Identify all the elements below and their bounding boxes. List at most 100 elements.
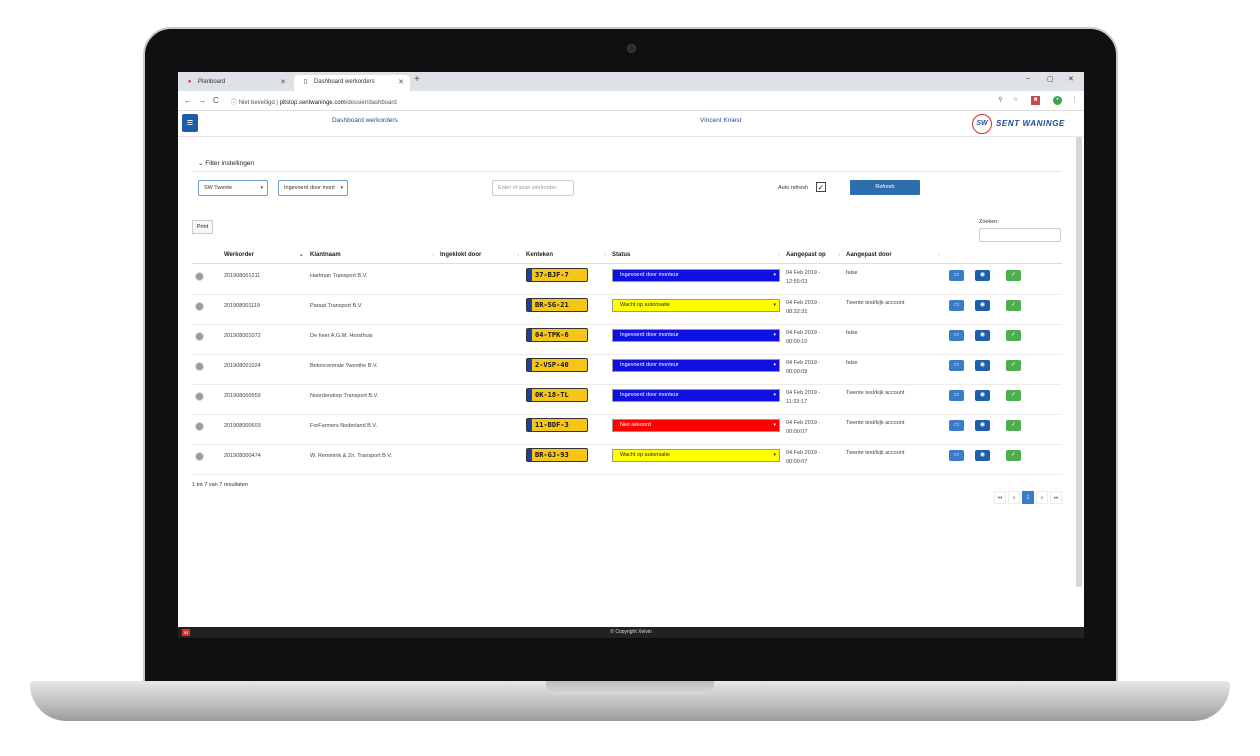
expand-row-icon[interactable] — [195, 272, 204, 281]
werkorder-cell[interactable]: 201908000474 — [224, 452, 261, 461]
status-select[interactable]: Niet akkoord ▾ — [612, 419, 780, 432]
check-icon[interactable]: ✓ — [1006, 390, 1021, 401]
camera-icon[interactable]: ◉ — [975, 300, 990, 311]
col-status[interactable]: Status — [612, 252, 630, 258]
url-field[interactable]: ⓘ Niet beveiligd | pitstop.sentwaninge.c… — [231, 97, 397, 106]
sort-icon[interactable]: ↕ — [938, 252, 941, 258]
forward-button[interactable]: → — [198, 96, 206, 105]
expand-row-icon[interactable] — [195, 302, 204, 311]
folder-icon[interactable]: ▭ — [949, 450, 964, 461]
status-select[interactable]: Ingevoerd door monteur ▾ — [612, 269, 780, 282]
folder-icon[interactable]: ▭ — [949, 270, 964, 281]
new-tab-button[interactable]: + — [414, 74, 420, 85]
minimize-button[interactable]: – — [1026, 75, 1030, 82]
check-icon[interactable]: ✓ — [1006, 360, 1021, 371]
check-icon[interactable]: ✓ — [1006, 300, 1021, 311]
maximize-button[interactable]: ▢ — [1047, 75, 1054, 83]
page-1-button[interactable]: 1 — [1022, 491, 1034, 504]
zoom-icon[interactable]: ⚲ — [996, 96, 1005, 105]
werkorder-cell[interactable]: 201908001211 — [224, 272, 260, 281]
tab-dashboard[interactable]: ▯ Dashboard werkorders ✕ — [294, 75, 410, 91]
col-aangepast-op[interactable]: Aangepast op — [786, 252, 826, 258]
more-menu-icon[interactable]: ⋮ — [1070, 96, 1079, 105]
scrollbar[interactable] — [1076, 137, 1082, 587]
col-kenteken[interactable]: Kenteken — [526, 252, 553, 258]
check-icon[interactable]: ✓ — [1006, 420, 1021, 431]
klantnaam-cell: De heer A.G.M. Horsthuis — [310, 333, 373, 339]
expand-row-icon[interactable] — [195, 422, 204, 431]
table-row[interactable]: 201908000959 Noordendorp Transport B.V. 0K… — [192, 385, 1062, 415]
last-page-button[interactable]: ⏭ — [1050, 491, 1062, 504]
camera-icon[interactable]: ◉ — [975, 270, 990, 281]
close-window-button[interactable]: ✕ — [1068, 75, 1074, 83]
table-row[interactable]: 201908001072 De heer A.G.M. Horsthuis 04-T… — [192, 325, 1062, 355]
camera-icon[interactable]: ◉ — [975, 360, 990, 371]
col-klantnaam[interactable]: Klantnaam — [310, 252, 341, 258]
profile-icon[interactable]: • — [1053, 96, 1062, 105]
sort-icon[interactable]: ↕ — [604, 252, 607, 258]
status-select[interactable]: Wacht op autorisatie ▾ — [612, 449, 780, 462]
first-page-button[interactable]: ⏮ — [994, 491, 1006, 504]
status-select[interactable]: Ingevoerd door monteur ▾ — [612, 359, 780, 372]
caret-down-icon: ▾ — [773, 362, 776, 368]
sort-icon[interactable]: ↕ — [778, 252, 781, 258]
table-row[interactable]: 201908000474 W. Remmink & Zn. Transport B… — [192, 445, 1062, 475]
werkorder-cell[interactable]: 201908001072 — [224, 332, 261, 341]
werkorder-cell[interactable]: 201908001024 — [224, 362, 261, 371]
camera-icon[interactable]: ◉ — [975, 420, 990, 431]
status-select[interactable]: Wacht op autorisatie ▾ — [612, 299, 780, 312]
prev-page-button[interactable]: « — [1008, 491, 1020, 504]
entered-by-select[interactable]: Ingevoerd door mont ▾ — [278, 180, 348, 196]
werkorder-cell[interactable]: 201908001119 — [224, 302, 260, 311]
col-ingeklokt[interactable]: Ingeklokt door — [440, 252, 481, 258]
expand-row-icon[interactable] — [195, 362, 204, 371]
filter-toggle[interactable]: ⌄ Filter instellingen — [198, 159, 254, 167]
status-select[interactable]: Ingevoerd door monteur ▾ — [612, 389, 780, 402]
back-button[interactable]: ← — [184, 96, 192, 105]
expand-row-icon[interactable] — [195, 332, 204, 341]
sort-icon[interactable]: ↕ — [517, 252, 520, 258]
table-row[interactable]: 201908000603 ForFarmers Nederland B.V. 11-… — [192, 415, 1062, 445]
result-count: 1 tot 7 van 7 resultaten — [192, 482, 248, 488]
auto-refresh-checkbox[interactable]: ✓ — [816, 182, 826, 192]
camera-icon[interactable]: ◉ — [975, 450, 990, 461]
close-icon[interactable]: ✕ — [398, 78, 404, 86]
refresh-button[interactable]: Refresh — [850, 180, 920, 195]
sort-icon[interactable]: ↕ — [838, 252, 841, 258]
status-select[interactable]: Ingevoerd door monteur ▾ — [612, 329, 780, 342]
folder-icon[interactable]: ▭ — [949, 420, 964, 431]
werkorder-cell[interactable]: 201908000603 — [224, 422, 261, 431]
next-page-button[interactable]: » — [1036, 491, 1048, 504]
camera-icon[interactable]: ◉ — [975, 330, 990, 341]
reload-button[interactable]: C — [213, 96, 219, 105]
close-icon[interactable]: ✕ — [280, 78, 286, 86]
folder-icon[interactable]: ▭ — [949, 360, 964, 371]
menu-icon[interactable]: ≡ — [182, 114, 198, 132]
table-row[interactable]: 201908001024 Betoncentrale Twenthe B.V. 2-… — [192, 355, 1062, 385]
col-aangepast-door[interactable]: Aangepast door — [846, 252, 892, 258]
folder-icon[interactable]: ▭ — [949, 330, 964, 341]
folder-icon[interactable]: ▭ — [949, 390, 964, 401]
tab-planboard[interactable]: ● Planboard ✕ — [178, 75, 292, 91]
search-input[interactable] — [979, 228, 1061, 242]
table-row[interactable]: 201908001211 Hartman Transport B.V. 37-BJF… — [192, 265, 1062, 295]
scan-workorder-input[interactable]: Enter of scan werkorder — [492, 180, 574, 196]
folder-icon[interactable]: ▭ — [949, 300, 964, 311]
location-select[interactable]: SW Twente ▾ — [198, 180, 268, 196]
check-icon[interactable]: ✓ — [1006, 330, 1021, 341]
star-icon[interactable]: ☆ — [1011, 96, 1020, 105]
expand-row-icon[interactable] — [195, 392, 204, 401]
expand-row-icon[interactable] — [195, 452, 204, 461]
sort-icon[interactable]: ↕ — [432, 252, 435, 258]
caret-down-icon: ▾ — [773, 332, 776, 338]
table-row[interactable]: 201908001119 Paraat Transport B.V. BR-SG-2… — [192, 295, 1062, 325]
camera-icon[interactable]: ◉ — [975, 390, 990, 401]
print-button[interactable]: Print — [192, 220, 213, 234]
col-werkorder[interactable]: Werkorder — [224, 252, 254, 258]
extension-icon[interactable]: ■ — [1031, 96, 1040, 105]
werkorder-cell[interactable]: 201908000959 — [224, 392, 261, 401]
sort-icon[interactable]: ▴ — [300, 252, 303, 258]
user-name[interactable]: Vincent Kniest — [700, 117, 741, 124]
check-icon[interactable]: ✓ — [1006, 270, 1021, 281]
check-icon[interactable]: ✓ — [1006, 450, 1021, 461]
